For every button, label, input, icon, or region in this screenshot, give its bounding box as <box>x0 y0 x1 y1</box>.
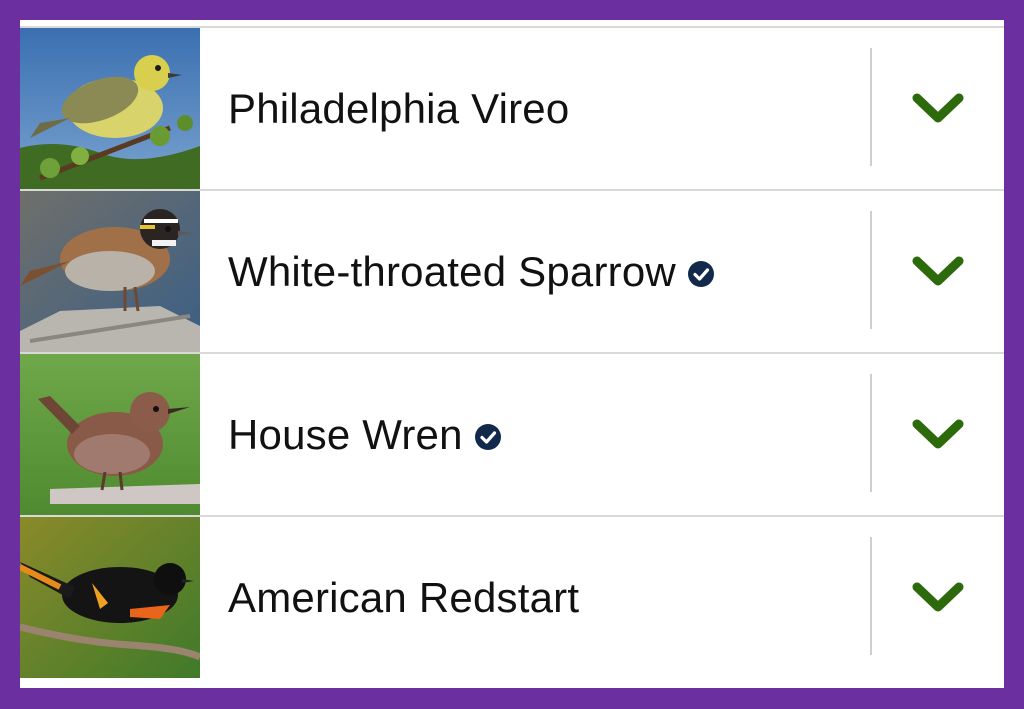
bird-photo <box>20 191 200 352</box>
list-item[interactable]: American Redstart <box>20 517 1004 680</box>
expand-button[interactable] <box>872 191 1004 352</box>
expand-button[interactable] <box>872 517 1004 678</box>
species-name: White-throated Sparrow <box>228 191 714 352</box>
species-name-text: White-throated Sparrow <box>228 247 676 295</box>
species-name: American Redstart <box>228 517 579 678</box>
list-item[interactable]: White-throated Sparrow <box>20 191 1004 354</box>
bird-photo <box>20 517 200 678</box>
list-top-border <box>20 20 1004 28</box>
bird-photo <box>20 28 200 189</box>
list-item[interactable]: Philadelphia Vireo <box>20 28 1004 191</box>
chevron-down-icon <box>912 93 964 122</box>
species-name: Philadelphia Vireo <box>228 28 569 189</box>
species-list: Philadelphia Vireo White-throated Sparro… <box>20 28 1004 680</box>
bird-list-panel: Philadelphia Vireo White-throated Sparro… <box>20 20 1004 688</box>
verified-badge-icon <box>474 423 501 450</box>
species-name-text: Philadelphia Vireo <box>228 84 570 132</box>
verified-badge-icon <box>687 260 714 287</box>
list-item[interactable]: House Wren <box>20 354 1004 517</box>
expand-button[interactable] <box>872 28 1004 189</box>
species-name-text: House Wren <box>228 410 463 458</box>
chevron-down-icon <box>912 256 964 285</box>
species-name: House Wren <box>228 354 501 515</box>
chevron-down-icon <box>912 419 964 448</box>
expand-button[interactable] <box>872 354 1004 515</box>
bird-photo <box>20 354 200 515</box>
chevron-down-icon <box>912 582 964 611</box>
species-name-text: American Redstart <box>228 573 580 621</box>
